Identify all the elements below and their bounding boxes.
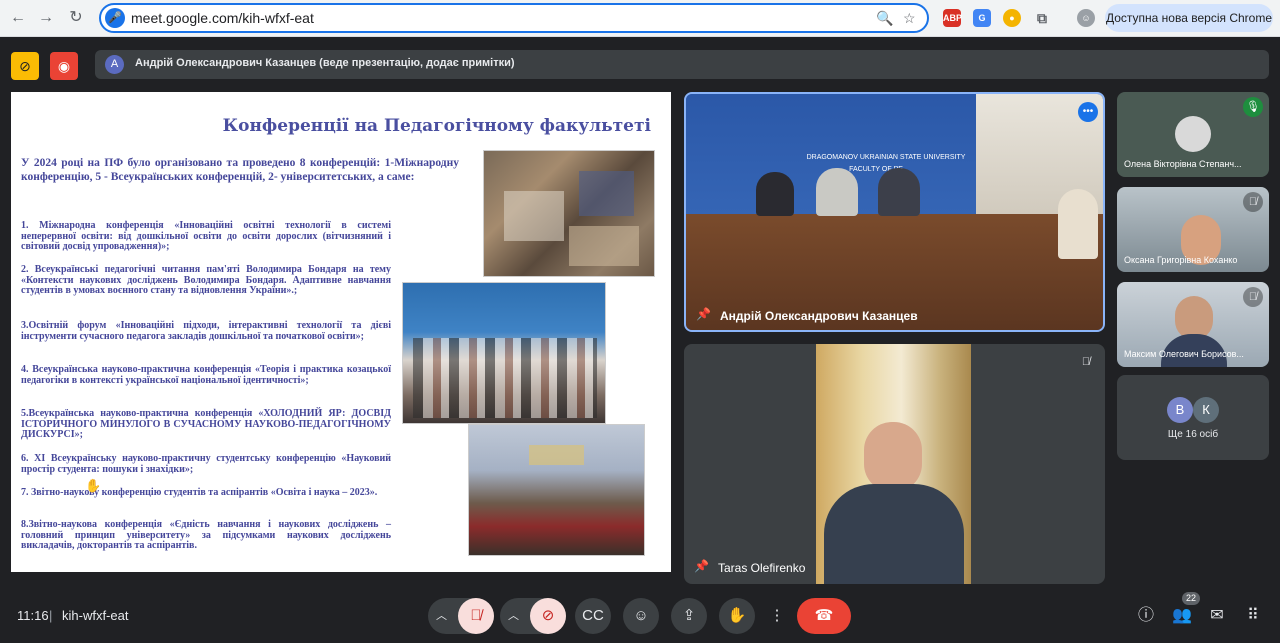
voice-search-icon[interactable]: 🎤 [105,8,125,28]
extensions-puzzle-icon[interactable]: ⧉ [1033,9,1051,27]
slide-intro: У 2024 році на ПФ було організовано та п… [21,157,459,183]
participant-name: Оксана Григорівна Коханко [1124,255,1238,265]
participant-tile[interactable]: 🎙 Олена Вікторівна Степанч... [1117,92,1269,177]
chat-icon[interactable]: ✉ [1204,603,1230,629]
room-banner-text: DRAGOMANOV UKRAINIAN STATE UNIVERSITY [806,154,966,161]
slide-title: Конференції на Педагогічному факультеті [222,116,651,136]
separator: | [49,608,53,623]
auditorium-photo [468,424,645,556]
reload-icon[interactable]: ↻ [66,8,86,28]
participant-person [1058,189,1098,259]
bookmark-star-icon[interactable]: ☆ [903,10,916,27]
presenter-banner-text: Андрій Олександрович Казанцев (веде през… [135,57,515,69]
mic-off-button-icon[interactable]: 🎙̸ [458,598,494,634]
main-speaker-tile[interactable]: DRAGOMANOV UKRAINIAN STATE UNIVERSITY FA… [684,92,1105,332]
mic-off-icon: 🎙̸ [1243,287,1263,307]
hang-up-button-icon[interactable]: ☎ [797,598,851,634]
slide-item: 4. Всеукраїнська науково-практична конфе… [21,364,391,386]
slide-item: 8.Звітно-наукова конференція «Єдність на… [21,519,391,551]
conference-collage-photo [483,150,655,277]
address-bar[interactable]: 🎤 meet.google.com/kih-wfxf-eat 🔍 ☆ [99,3,929,33]
slide-item: 2. Всеукраїнські педагогічні читання пам… [21,264,391,296]
room-banner-text-2: FACULTY OF PE [849,166,903,173]
second-speaker-tile[interactable]: 🎙̸ 📌 Taras Olefirenko [684,344,1105,584]
participant-avatar [1175,116,1211,152]
raise-hand-button-icon[interactable]: ✋ [719,598,755,634]
vpn-extension-icon[interactable]: ● [1003,9,1021,27]
participant-name: Максим Олегович Борисов... [1124,349,1244,359]
slide-item: 5.Всеукраїнська науково-практична конфер… [21,408,391,440]
speaking-indicator-icon: ••• [1078,102,1098,122]
meeting-info-icon[interactable]: ⓘ [1133,603,1159,629]
more-options-icon[interactable]: ⋮ [765,598,789,634]
participant-person [816,168,858,216]
meeting-clock: 11:16 [17,608,49,623]
participant-person [756,172,794,216]
mic-off-icon: 🎙̸ [1081,356,1091,368]
presenter-banner: A Андрій Олександрович Казанцев (веде пр… [95,50,1269,79]
slide-item: 1. Міжнародна конференція «Інноваційні о… [21,220,391,252]
slide-item: 7. Звітно-наукову конференцію студентів … [21,487,378,498]
recording-icon[interactable]: ◉ [50,52,78,80]
people-count-badge: 22 [1182,592,1201,605]
present-screen-button-icon[interactable]: ⇪ [671,598,707,634]
hand-cursor-icon: ✋ [85,478,102,493]
meeting-code: kih-wfxf-eat [62,608,129,623]
camera-off-button-icon[interactable]: ⊘ [530,598,566,634]
others-avatar: В [1167,397,1193,423]
mic-off-icon: 🎙̸ [1243,192,1263,212]
translate-extension-icon[interactable]: G [973,9,991,27]
emoji-button-icon[interactable]: ☺ [623,598,659,634]
participant-name: Олена Вікторівна Степанч... [1124,159,1242,169]
camera-control[interactable]: ︿ ⊘ [500,598,566,634]
mic-on-icon: 🎙 [1243,97,1263,117]
browser-toolbar: ← → ↻ 🎤 meet.google.com/kih-wfxf-eat 🔍 ☆… [0,0,1280,37]
url-text[interactable]: meet.google.com/kih-wfxf-eat [131,10,314,26]
participant-tile[interactable]: 🎙̸ Оксана Григорівна Коханко [1117,187,1269,272]
main-speaker-name: Андрій Олександрович Казанцев [720,309,918,323]
others-tile[interactable]: В К Ще 16 осіб [1117,375,1269,460]
second-speaker-name: Taras Olefirenko [718,561,806,575]
profile-avatar[interactable]: ☺ [1077,9,1095,27]
activities-grid-icon[interactable]: ⠿ [1240,603,1266,629]
slide-item: 3.Освітній форум «Інноваційні підходи, і… [21,320,391,342]
mic-options-chevron-icon[interactable]: ︿ [436,598,447,634]
forward-icon[interactable]: → [36,8,56,28]
pin-icon[interactable]: 📌 [694,559,709,573]
pin-icon[interactable]: 📌 [696,307,711,321]
captions-button-icon[interactable]: CC [575,598,611,634]
mic-control[interactable]: ︿ 🎙̸ [428,598,494,634]
others-label: Ще 16 осіб [1167,429,1219,440]
slide-item: 6. XI Всеукраїнську науково-практичну ст… [21,453,391,475]
others-avatar: К [1193,397,1219,423]
participant-tile[interactable]: 🎙̸ Максим Олегович Борисов... [1117,282,1269,367]
group-photo [402,282,606,424]
back-icon[interactable]: ← [8,8,28,28]
adblock-extension-icon[interactable]: ABP [943,9,962,27]
presenter-avatar: A [105,55,124,74]
zoom-icon[interactable]: 🔍 [876,10,893,27]
stop-presenting-icon[interactable]: ⊘ [11,52,39,80]
people-icon[interactable]: 👥 [1169,603,1195,629]
participant-shirt [824,484,964,584]
presentation-slide: Конференції на Педагогічному факультеті … [11,92,671,572]
camera-options-chevron-icon[interactable]: ︿ [508,598,519,634]
participant-person [878,168,920,216]
chrome-update-button[interactable]: Доступна нова версія Chrome [1105,4,1273,32]
participant-face [864,422,922,492]
